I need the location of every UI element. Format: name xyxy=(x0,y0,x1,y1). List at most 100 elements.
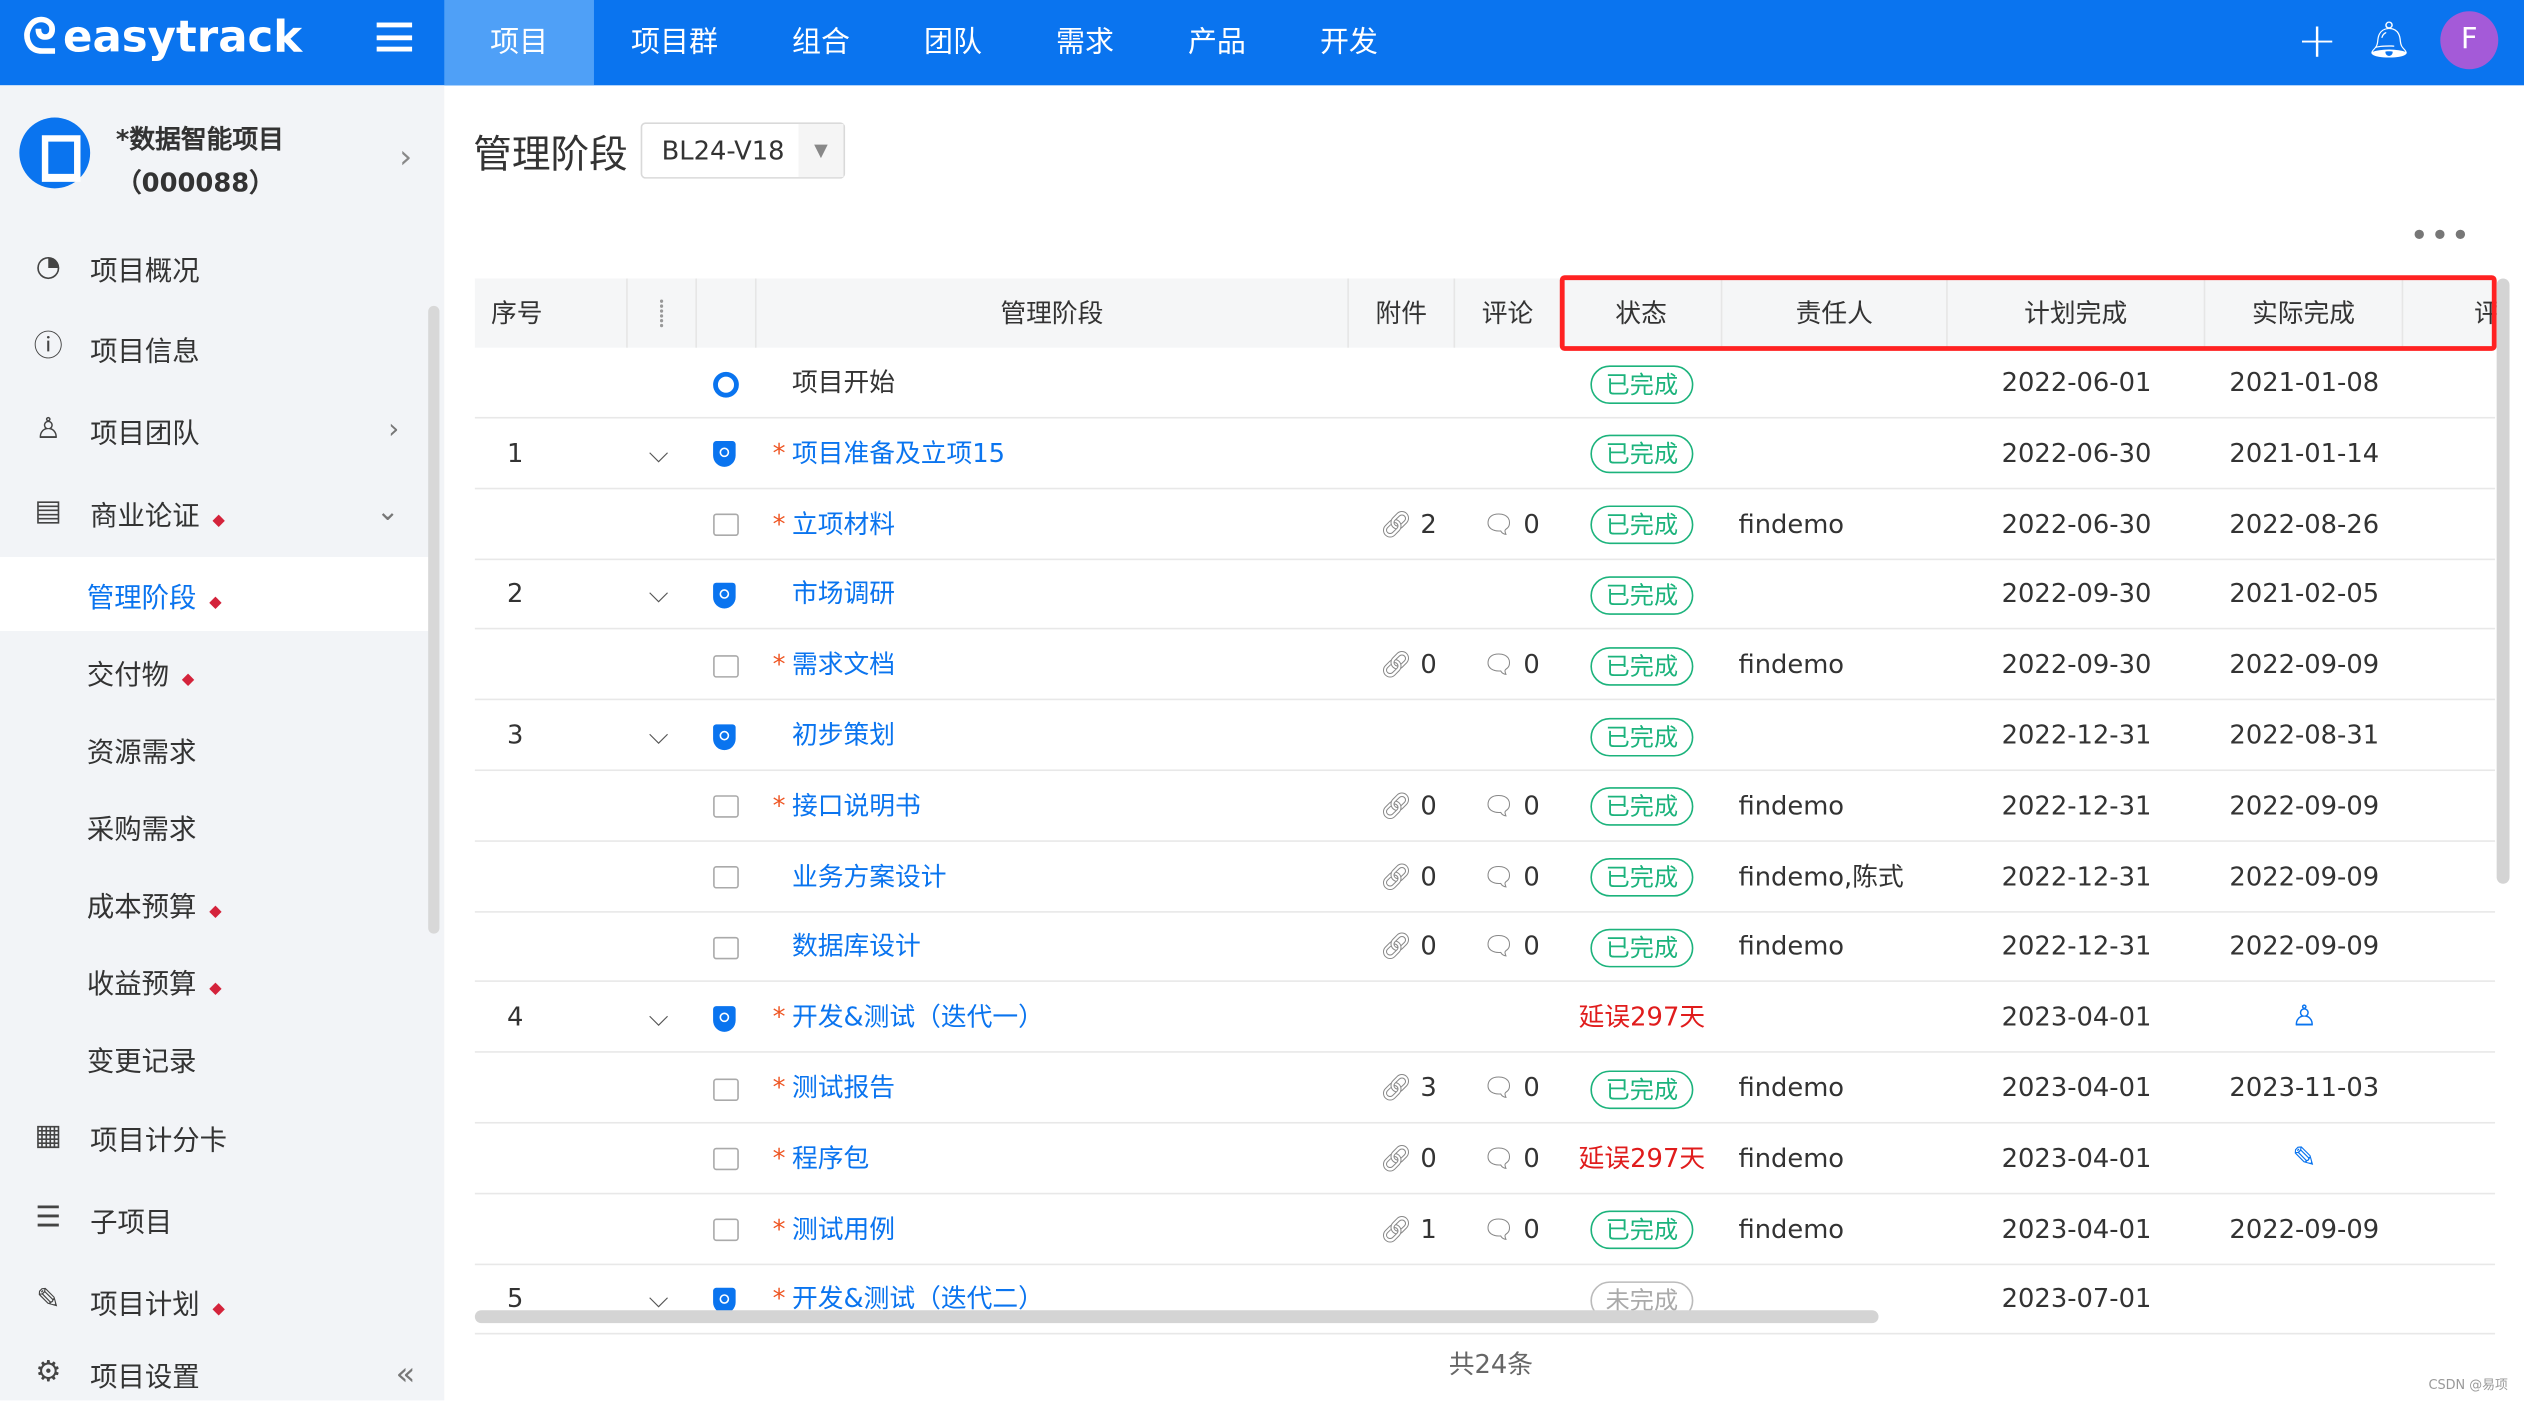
sidebar-item[interactable]: ▤ 商业论证 ◆ ⌄ xyxy=(0,475,428,549)
attachment-icon[interactable]: 🔗︎ xyxy=(1380,649,1413,680)
comment-icon[interactable]: 🗨︎ xyxy=(1483,861,1516,892)
sidebar-item[interactable]: 采购需求 xyxy=(0,789,428,863)
table-row[interactable]: 4 ⌵ * 开发&测试（迭代一） 延误297天 2023-04-01 ♙ xyxy=(474,982,2496,1054)
table-row[interactable]: * 立项材料 🔗︎ 2 🗨︎ 0 已完成 findemo 2022-06-30 2022-08… xyxy=(474,489,2496,560)
comment-icon[interactable]: 🗨︎ xyxy=(1483,931,1516,962)
version-select[interactable]: BL24-V18 ▼ xyxy=(640,122,846,179)
table-row[interactable]: * 程序包 🔗︎ 0 🗨︎ 0 延误297天 findemo 2023-04-01 ✎ xyxy=(474,1123,2496,1195)
comment-icon[interactable]: 🗨︎ xyxy=(1483,508,1516,539)
actual-date: 2021-02-05 xyxy=(2229,578,2380,610)
avatar[interactable]: F xyxy=(2440,11,2499,70)
table-row[interactable]: 5 ⌵ * 开发&测试（迭代二） 未完成 2023-07-01 xyxy=(474,1264,2496,1336)
attachment-icon[interactable]: 🔗︎ xyxy=(1380,508,1413,539)
table-row[interactable]: 1 ⌵ * 项目准备及立项15 已完成 2022-06-30 2021-01-14 xyxy=(474,418,2496,490)
more-icon[interactable]: ••• xyxy=(2410,216,2472,255)
actual-date: 2022-09-09 xyxy=(2229,790,2380,821)
column-header[interactable]: 附件 xyxy=(1349,278,1456,348)
attachment-icon[interactable]: 🔗︎ xyxy=(1380,790,1413,821)
comment-icon[interactable]: 🗨︎ xyxy=(1483,1143,1516,1174)
sidebar-item[interactable]: 管理阶段 ◆ xyxy=(0,556,429,632)
table-row[interactable]: * 测试用例 🔗︎ 1 🗨︎ 0 已完成 findemo 2023-04-01 2022-09… xyxy=(474,1194,2496,1265)
comment-icon[interactable]: 🗨︎ xyxy=(1483,1072,1516,1103)
owner: findemo xyxy=(1738,790,1845,821)
sidebar-item[interactable]: ♙ 项目团队 › xyxy=(0,393,428,467)
table-row[interactable]: * 需求文档 🔗︎ 0 🗨︎ 0 已完成 findemo 2022-09-30 2022-09… xyxy=(474,630,2496,701)
column-header[interactable]: 管理阶段 xyxy=(757,278,1349,348)
sidebar-item[interactable]: ⚙ 项目设置 « xyxy=(0,1336,428,1401)
stage-name[interactable]: 业务方案设计 xyxy=(773,841,947,910)
sidebar: *数据智能项目（000088） › ◔ 项目概况 ⓘ 项目信息 ♙ 项目团队 › ▤ 商业论证 ◆… xyxy=(0,85,445,1401)
sidebar-item[interactable]: 交付物 ◆ xyxy=(0,634,428,708)
tree-icon[interactable]: ⸽ xyxy=(658,298,665,329)
stage-name[interactable]: * 立项材料 xyxy=(773,489,895,558)
table-row[interactable]: * 接口说明书 🔗︎ 0 🗨︎ 0 已完成 findemo 2022-12-31 2022-0… xyxy=(474,771,2496,842)
bell-icon[interactable]: 🔔︎ xyxy=(2366,20,2411,60)
document-icon xyxy=(713,1218,739,1242)
nav-tab[interactable]: 项目群 xyxy=(594,0,755,85)
attachment-icon[interactable]: 🔗︎ xyxy=(1380,1072,1413,1103)
comment-icon[interactable]: 🗨︎ xyxy=(1483,790,1516,821)
attachment-icon[interactable]: 🔗︎ xyxy=(1380,1213,1413,1244)
attachment-icon[interactable]: 🔗︎ xyxy=(1380,931,1413,962)
column-header[interactable] xyxy=(697,278,757,348)
comment-icon[interactable]: 🗨︎ xyxy=(1483,1213,1516,1244)
sidebar-item[interactable]: ⓘ 项目信息 xyxy=(0,311,428,385)
column-header[interactable]: ⸽ xyxy=(628,278,698,348)
table-row[interactable]: 3 ⌵ 初步策划 已完成 2022-12-31 2022-08-31 xyxy=(474,700,2496,772)
horizontal-scrollbar[interactable] xyxy=(474,1310,1879,1324)
stage-name[interactable]: 市场调研 xyxy=(773,559,895,628)
stage-name[interactable]: * 测试报告 xyxy=(773,1053,895,1122)
table-row[interactable]: 业务方案设计 🔗︎ 0 🗨︎ 0 已完成 findemo,陈式 2022-12-31 202… xyxy=(474,841,2496,913)
user-icon[interactable]: ♙ xyxy=(2205,982,2403,1051)
stage-name[interactable]: * 开发&测试（迭代一） xyxy=(773,982,1044,1051)
collapse-sidebar-icon[interactable]: « xyxy=(396,1354,416,1393)
document-icon xyxy=(713,654,739,678)
stage-name[interactable]: 初步策划 xyxy=(773,700,895,769)
sidebar-item[interactable]: ☰ 子项目 xyxy=(0,1182,428,1256)
nav-tab[interactable]: 项目 xyxy=(444,0,594,86)
chevron-down-icon[interactable]: ⌵ xyxy=(649,418,669,487)
nav-tab[interactable]: 开发 xyxy=(1283,0,1415,85)
nav-tab[interactable]: 团队 xyxy=(887,0,1019,85)
stage-name[interactable]: * 项目准备及立项15 xyxy=(773,418,1005,487)
chevron-right-icon[interactable]: › xyxy=(388,414,399,446)
stage-name[interactable]: 数据库设计 xyxy=(773,912,921,981)
sidebar-item[interactable]: ✎ 项目计划 ◆ xyxy=(0,1264,428,1338)
pencil-icon[interactable]: ✎ xyxy=(2205,1123,2403,1192)
chevron-down-icon[interactable]: ⌄ xyxy=(376,496,399,528)
comment-icon[interactable]: 🗨︎ xyxy=(1483,649,1516,680)
attachment-icon[interactable]: 🔗︎ xyxy=(1380,861,1413,892)
sidebar-item[interactable]: 变更记录 xyxy=(0,1021,428,1095)
sidebar-item[interactable]: 收益预算 ◆ xyxy=(0,943,428,1017)
project-selector[interactable]: *数据智能项目（000088） › xyxy=(19,117,412,205)
plus-icon[interactable]: + xyxy=(2297,12,2337,68)
column-header[interactable]: 序号 xyxy=(475,278,628,348)
chevron-right-icon[interactable]: › xyxy=(399,137,412,176)
chevron-down-icon[interactable]: ⌵ xyxy=(649,700,669,769)
sidebar-item-label: 项目团队 xyxy=(90,417,200,450)
table-row[interactable]: 数据库设计 🔗︎ 0 🗨︎ 0 已完成 findemo 2022-12-31 2022-09… xyxy=(474,912,2496,983)
logo[interactable]: ᘓ easytrack xyxy=(23,10,303,66)
sidebar-item[interactable]: 成本预算 ◆ xyxy=(0,866,428,940)
sidebar-item-label: 变更记录 xyxy=(86,1045,197,1078)
chevron-down-icon[interactable]: ⌵ xyxy=(649,559,669,628)
stage-name[interactable]: * 测试用例 xyxy=(773,1194,895,1263)
table-row[interactable]: 项目开始 已完成 2022-06-01 2021-01-08 xyxy=(474,348,2496,419)
stage-name[interactable]: * 需求文档 xyxy=(773,630,895,699)
table-row[interactable]: * 测试报告 🔗︎ 3 🗨︎ 0 已完成 findemo 2023-04-01 2023-11… xyxy=(474,1053,2496,1124)
sidebar-item[interactable]: ▦ 项目计分卡 xyxy=(0,1099,428,1173)
column-header[interactable]: 评论 xyxy=(1455,278,1562,348)
sidebar-item[interactable]: 资源需求 xyxy=(0,711,428,785)
stage-name[interactable]: * 程序包 xyxy=(773,1123,870,1192)
nav-tab[interactable]: 产品 xyxy=(1151,0,1283,85)
sidebar-scrollbar[interactable] xyxy=(428,305,440,934)
chevron-down-icon[interactable]: ⌵ xyxy=(649,982,669,1051)
nav-tab[interactable]: 组合 xyxy=(755,0,887,85)
table-row[interactable]: 2 ⌵ 市场调研 已完成 2022-09-30 2021-02-05 xyxy=(474,559,2496,631)
stage-name[interactable]: * 接口说明书 xyxy=(773,771,921,840)
attachment-icon[interactable]: 🔗︎ xyxy=(1380,1143,1413,1174)
nav-tab[interactable]: 需求 xyxy=(1019,0,1151,85)
sidebar-item[interactable]: ◔ 项目概况 xyxy=(0,230,428,304)
vertical-scrollbar[interactable] xyxy=(2496,278,2510,884)
hamburger-menu-icon[interactable] xyxy=(376,22,413,52)
